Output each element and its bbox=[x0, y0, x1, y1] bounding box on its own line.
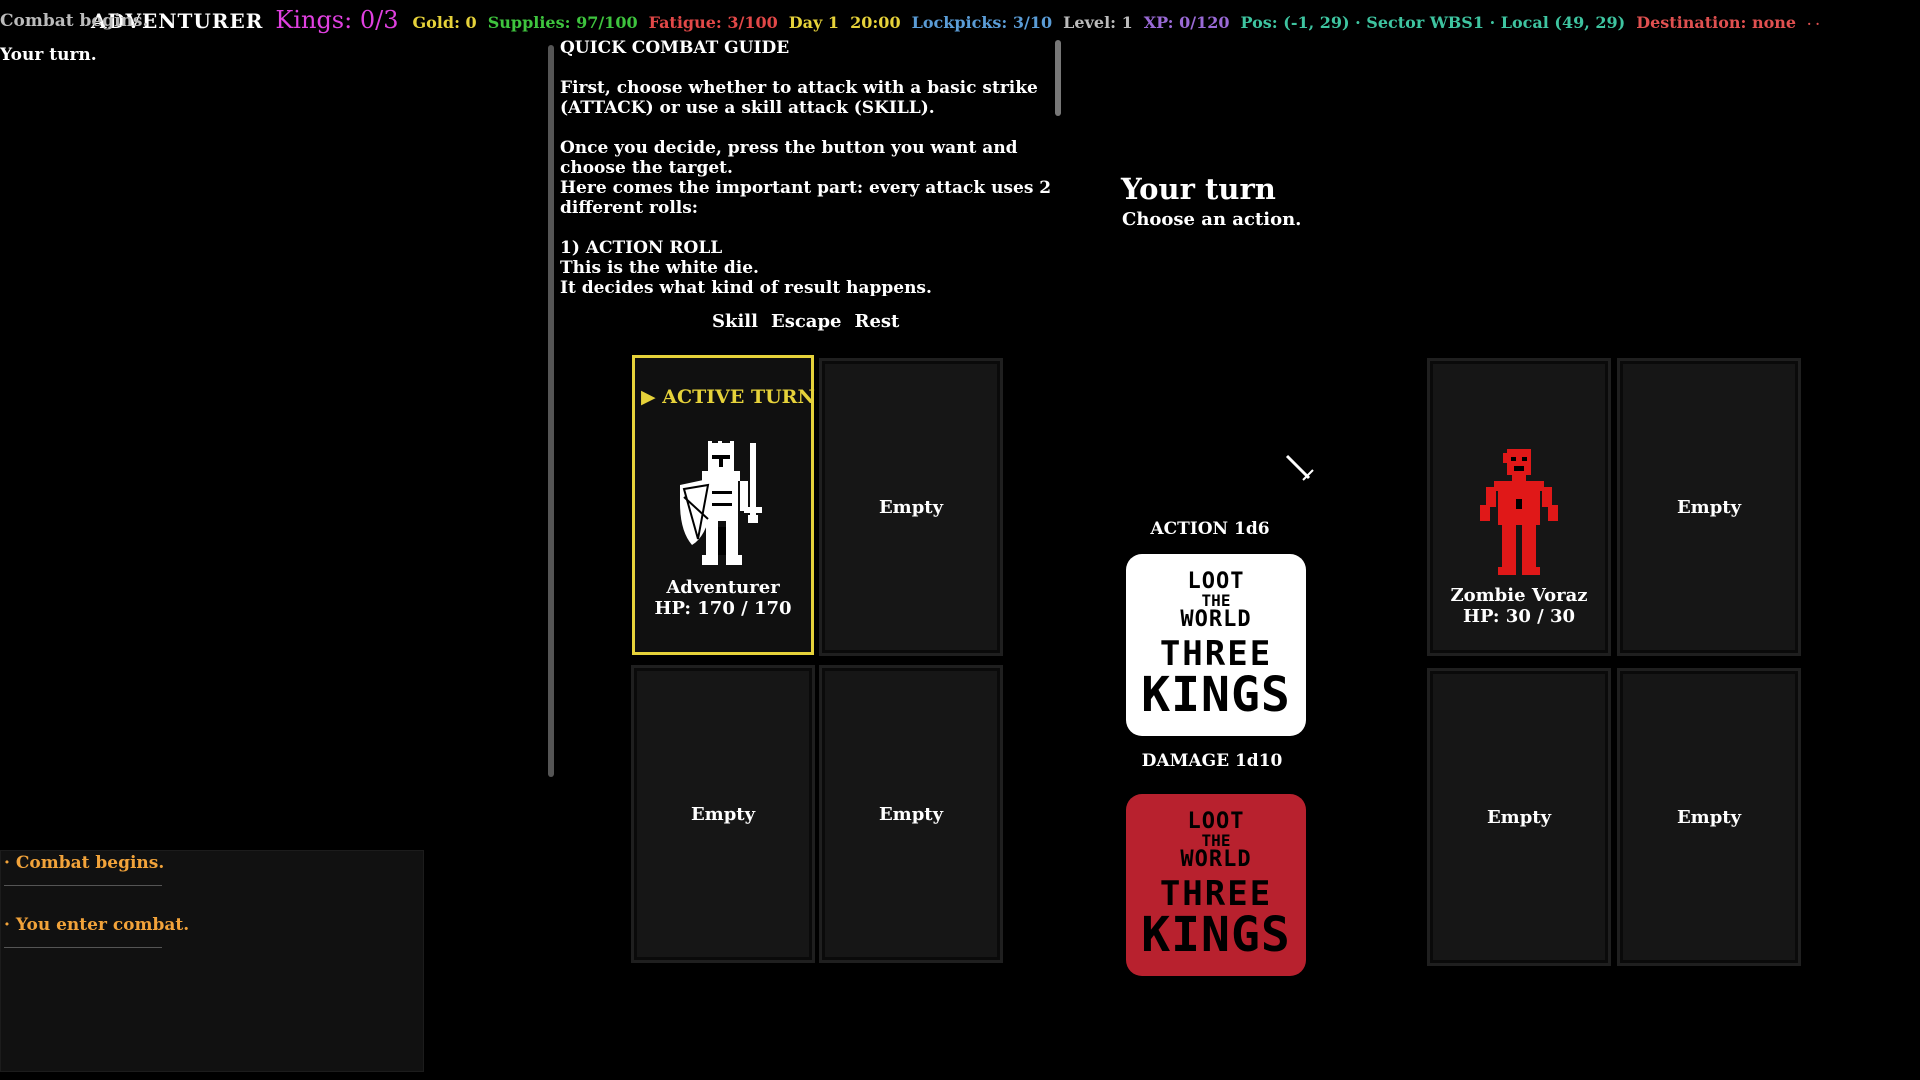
scrollbar-vertical[interactable] bbox=[548, 45, 554, 777]
hero-name: Adventurer bbox=[666, 576, 780, 598]
turn-subtitle: Choose an action. bbox=[1122, 209, 1302, 230]
destination-stat: Destination: none bbox=[1636, 13, 1797, 32]
empty-label: Empty bbox=[878, 496, 944, 518]
empty-slot[interactable]: Empty bbox=[1620, 671, 1798, 963]
enemy-name: Zombie Voraz bbox=[1450, 584, 1588, 606]
escape-button[interactable]: Escape bbox=[771, 311, 842, 332]
guide-paragraph: 1) ACTION ROLL This is the white die. It… bbox=[560, 238, 932, 296]
action-die-label: ACTION 1d6 bbox=[1150, 519, 1270, 539]
damage-die[interactable]: LOOT THE WORLD THREE KINGS bbox=[1126, 794, 1306, 976]
guide-heading: QUICK COMBAT GUIDE bbox=[560, 38, 790, 58]
skill-button[interactable]: Skill bbox=[712, 311, 758, 332]
zombie-icon bbox=[1480, 448, 1558, 575]
gold-stat: Gold: 0 bbox=[412, 13, 477, 32]
combat-guide: QUICK COMBAT GUIDE First, choose whether… bbox=[560, 38, 1056, 296]
divider bbox=[4, 885, 162, 886]
level-stat: Level: 1 bbox=[1063, 13, 1133, 32]
day-time-stat: Day 1 20:00 bbox=[788, 13, 901, 32]
combat-log-top: Combat begins. Your turn. bbox=[0, 11, 148, 66]
empty-slot[interactable]: Empty bbox=[1430, 671, 1608, 963]
enemy-card[interactable]: Zombie Voraz HP: 30 / 30 bbox=[1430, 361, 1608, 653]
empty-label: Empty bbox=[1676, 496, 1742, 518]
die-face-text: KINGS bbox=[1141, 907, 1291, 963]
lockpicks-stat: Lockpicks: 3/10 bbox=[911, 13, 1053, 32]
empty-slot[interactable]: Empty bbox=[822, 361, 1000, 653]
knight-icon bbox=[680, 440, 762, 565]
die-face-text: LOOT bbox=[1187, 569, 1245, 594]
hero-card[interactable]: ▶ ACTIVE TURN Adventurer HP: 170 / 170 bbox=[632, 355, 815, 655]
empty-label: Empty bbox=[1486, 806, 1552, 828]
empty-label: Empty bbox=[878, 803, 944, 825]
die-face-text: KINGS bbox=[1141, 667, 1291, 723]
die-face-text: WORLD bbox=[1180, 607, 1252, 632]
kings-counter: Kings: 0/3 bbox=[275, 6, 399, 34]
empty-label: Empty bbox=[690, 803, 756, 825]
supplies-stat: Supplies: 97/100 bbox=[487, 13, 638, 32]
list-item: · Combat begins. bbox=[1, 851, 423, 913]
hero-hp: HP: 170 / 170 bbox=[654, 597, 792, 619]
position-stat: Pos: (-1, 29) · Sector WBS1 · Local (49,… bbox=[1240, 13, 1626, 32]
empty-slot[interactable]: Empty bbox=[822, 668, 1000, 960]
fatigue-stat: Fatigue: 3/100 bbox=[648, 13, 778, 32]
log-message: · Combat begins. bbox=[4, 853, 165, 873]
die-face-text: LOOT bbox=[1187, 809, 1245, 834]
list-item: · You enter combat. bbox=[1, 913, 423, 975]
log-clipped-line: Combat begins. bbox=[0, 11, 149, 30]
empty-slot[interactable]: Empty bbox=[1620, 361, 1798, 653]
enemy-hp: HP: 30 / 30 bbox=[1462, 605, 1576, 627]
empty-label: Empty bbox=[1676, 806, 1742, 828]
damage-die-label: DAMAGE 1d10 bbox=[1141, 751, 1283, 771]
xp-stat: XP: 0/120 bbox=[1143, 13, 1230, 32]
log-line: Your turn. bbox=[0, 45, 97, 65]
action-die[interactable]: LOOT THE WORLD THREE KINGS bbox=[1126, 554, 1306, 736]
sword-cursor-icon bbox=[1285, 454, 1314, 481]
hud-dots: · · bbox=[1807, 17, 1820, 31]
empty-slot[interactable]: Empty bbox=[634, 668, 812, 960]
log-message: · You enter combat. bbox=[4, 915, 190, 935]
status-bar: ADVENTURER Kings: 0/3 Gold: 0 Supplies: … bbox=[91, 6, 1831, 34]
guide-paragraph: Once you decide, press the button you wa… bbox=[560, 138, 1052, 218]
rest-button[interactable]: Rest bbox=[855, 311, 900, 332]
guide-paragraph: First, choose whether to attack with a b… bbox=[560, 78, 1038, 118]
die-face-text: THREE bbox=[1159, 634, 1273, 674]
divider bbox=[4, 947, 162, 948]
guide-scrollbar[interactable] bbox=[1055, 40, 1061, 116]
action-bar: Skill Escape Rest bbox=[712, 311, 912, 332]
turn-title: Your turn bbox=[1121, 172, 1276, 206]
die-face-text: THREE bbox=[1159, 874, 1273, 914]
active-turn-label: ▶ ACTIVE TURN bbox=[641, 386, 815, 408]
die-face-text: WORLD bbox=[1180, 847, 1252, 872]
message-log[interactable]: · Combat begins. · You enter combat. bbox=[0, 850, 424, 1072]
